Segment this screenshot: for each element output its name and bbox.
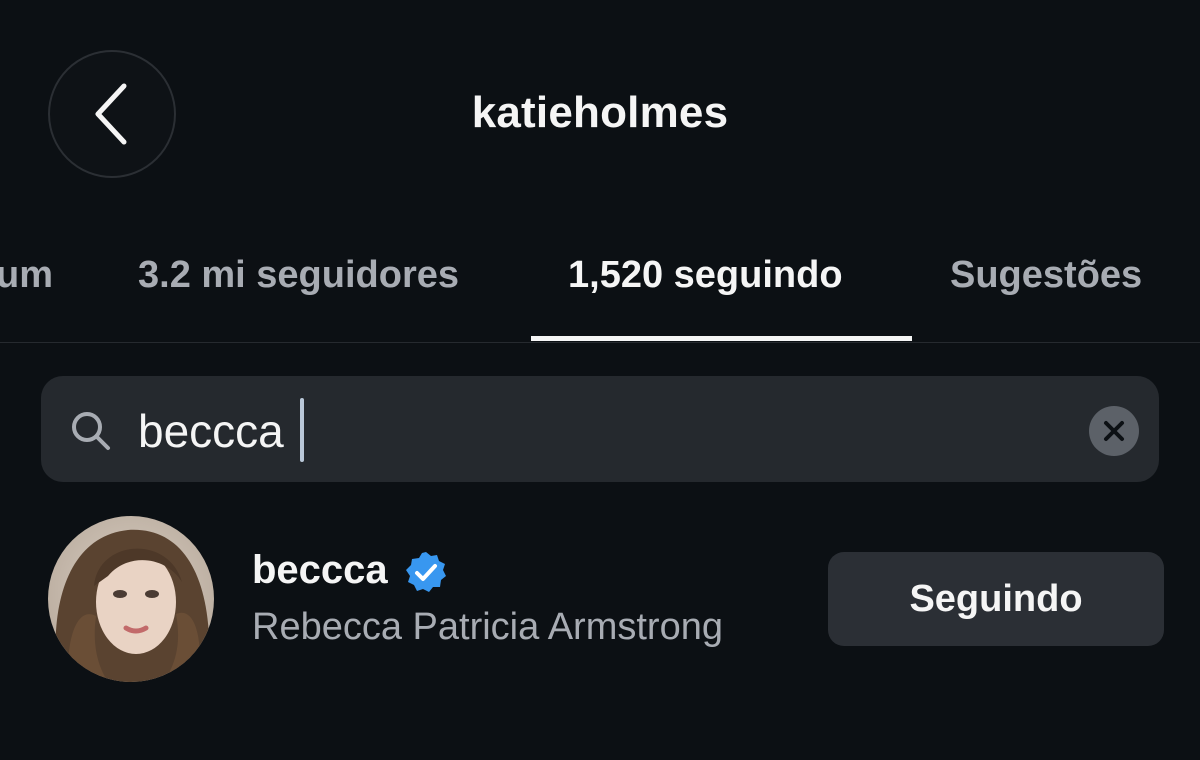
- result-username[interactable]: beccca: [252, 548, 388, 593]
- tab-suggestions[interactable]: Sugestões: [950, 254, 1142, 297]
- following-screen: katieholmes um 3.2 mi seguidores 1,520 s…: [0, 0, 1200, 760]
- tab-partial[interactable]: um: [0, 254, 53, 297]
- avatar-image: [48, 516, 214, 682]
- verified-badge-icon: [406, 552, 446, 592]
- search-icon: [72, 412, 110, 450]
- result-full-name: Rebecca Patricia Armstrong: [252, 606, 723, 648]
- search-input[interactable]: [138, 396, 1038, 466]
- avatar[interactable]: [48, 516, 214, 682]
- close-icon: [1104, 421, 1124, 441]
- tab-followers[interactable]: 3.2 mi seguidores: [138, 254, 459, 297]
- clear-search-button[interactable]: [1089, 406, 1139, 456]
- tab-following[interactable]: 1,520 seguindo: [568, 254, 843, 297]
- tab-bar: um 3.2 mi seguidores 1,520 seguindo Suge…: [0, 240, 1200, 343]
- text-caret: [300, 398, 304, 462]
- list-item[interactable]: beccca Rebecca Patricia Armstrong Seguin…: [0, 510, 1200, 690]
- active-tab-indicator: [531, 336, 912, 341]
- following-button[interactable]: Seguindo: [828, 552, 1164, 646]
- page-title: katieholmes: [471, 88, 729, 137]
